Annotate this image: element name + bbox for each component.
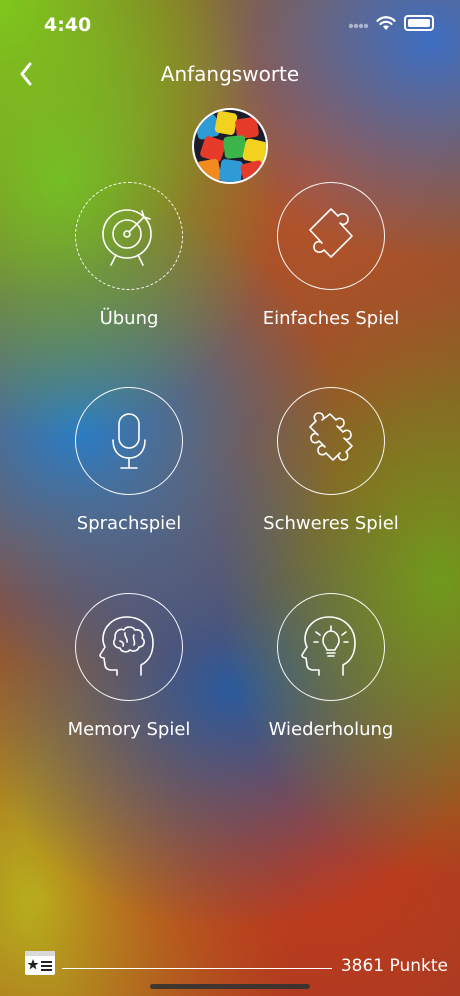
letters-image-icon <box>194 110 266 182</box>
status-bar: 4:40 <box>0 0 460 50</box>
puzzle-complex-icon <box>309 412 353 461</box>
page-title: Anfangsworte <box>160 62 300 86</box>
category-avatar <box>192 108 268 184</box>
mode-speech-game[interactable]: Sprachspiel <box>29 387 229 534</box>
battery-icon <box>404 15 434 31</box>
speech-game-circle[interactable] <box>75 387 183 495</box>
scorecard-icon <box>25 951 55 975</box>
status-time: 4:40 <box>44 14 92 36</box>
mode-memory-game[interactable]: Memory Spiel <box>29 593 229 740</box>
mode-label: Übung <box>99 308 159 329</box>
brain-head-icon <box>99 616 154 676</box>
puzzle-piece-icon <box>309 208 353 258</box>
mode-label: Memory Spiel <box>67 719 191 740</box>
microphone-icon <box>112 413 146 469</box>
mode-label: Sprachspiel <box>76 513 182 534</box>
target-icon <box>102 209 152 266</box>
repetition-circle[interactable] <box>277 593 385 701</box>
wifi-icon <box>376 15 396 30</box>
lightbulb-head-icon <box>301 616 356 676</box>
easy-game-circle[interactable] <box>277 182 385 290</box>
navigation-bar: Anfangsworte <box>0 50 460 98</box>
mode-label: Einfaches Spiel <box>262 308 400 329</box>
mode-label: Wiederholung <box>268 719 394 740</box>
scorecard-button[interactable] <box>24 950 56 976</box>
memory-game-circle[interactable] <box>75 593 183 701</box>
hard-game-circle[interactable] <box>277 387 385 495</box>
mode-practice[interactable]: Übung <box>29 182 229 329</box>
signal-icon <box>348 23 368 29</box>
status-icons <box>348 15 434 31</box>
mode-hard-game[interactable]: Schweres Spiel <box>231 387 431 534</box>
home-indicator[interactable] <box>150 984 310 989</box>
footer: 3861 Punkte <box>0 946 460 986</box>
practice-circle[interactable] <box>75 182 183 290</box>
points-total: 3861 Punkte <box>340 956 448 976</box>
progress-line <box>62 968 332 969</box>
mode-easy-game[interactable]: Einfaches Spiel <box>231 182 431 329</box>
mode-repetition[interactable]: Wiederholung <box>231 593 431 740</box>
mode-label: Schweres Spiel <box>263 513 399 534</box>
